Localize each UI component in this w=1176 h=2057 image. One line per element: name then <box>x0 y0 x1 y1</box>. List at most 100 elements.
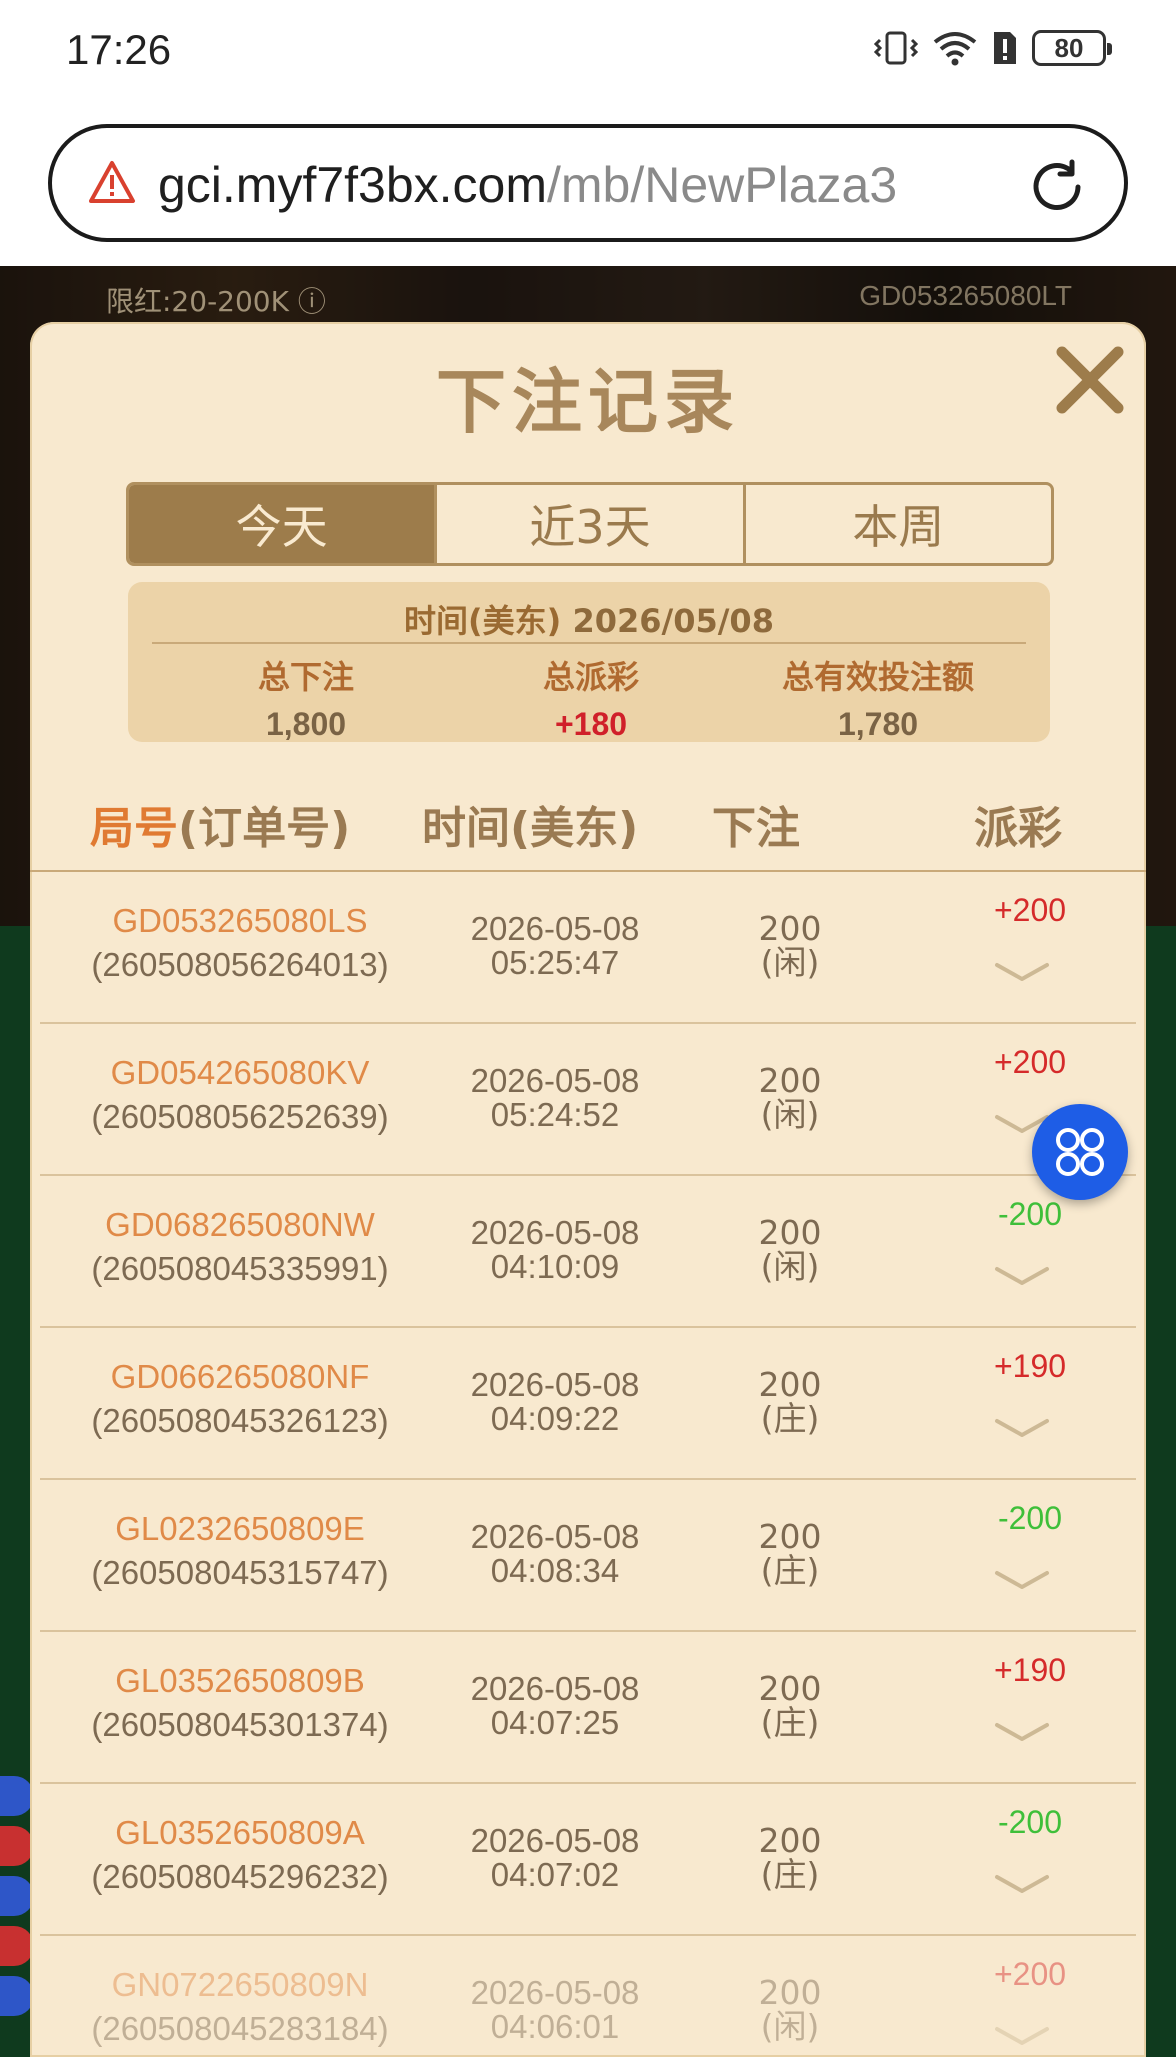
chevron-down-icon[interactable] <box>994 1720 1050 1744</box>
bet-amount: 200 <box>758 1973 822 2012</box>
bet-time: 04:07:25 <box>490 1704 620 1741</box>
vibrate-icon <box>874 31 918 65</box>
table-row[interactable]: GL0352650809A (260508045296232) 2026-05-08… <box>30 1784 1146 1936</box>
bet-amount: 200 <box>758 1669 822 1708</box>
chevron-down-icon[interactable] <box>994 1264 1050 1288</box>
order-id: (260508045315747) <box>91 1554 389 1591</box>
total-valid-bet-label: 总有效投注额 <box>781 658 974 696</box>
bet-date: 2026-05-08 <box>470 1062 640 1099</box>
round-id: GL0232650809E <box>115 1510 365 1547</box>
bet-amount: 200 <box>758 1213 822 1252</box>
total-bet-value: 1,800 <box>265 706 347 742</box>
modal-title: 下注记录 <box>436 361 740 443</box>
time-cell: 2026-05-08 04:10:09 <box>410 1216 700 1284</box>
total-payout-value: +180 <box>554 706 628 742</box>
bet-date: 2026-05-08 <box>470 910 640 947</box>
bet-cell: 200 (闲) <box>690 1976 890 2044</box>
bet-date: 2026-05-08 <box>470 1974 640 2011</box>
round-cell: GL0232650809E (260508045315747) <box>50 1510 430 1592</box>
bet-amount: 200 <box>758 1821 822 1860</box>
round-cell: GL0352650809A (260508045296232) <box>50 1814 430 1896</box>
round-id: GD068265080NW <box>105 1206 375 1243</box>
round-id: GL0352650809A <box>115 1814 365 1851</box>
total-bet-label: 总下注 <box>257 658 354 696</box>
payout-value: +200 <box>993 1956 1067 1992</box>
chevron-down-icon[interactable] <box>994 2024 1050 2048</box>
order-id: (260508045335991) <box>91 1250 389 1287</box>
warning-icon[interactable] <box>88 160 136 204</box>
order-id: (260508045301374) <box>91 1706 389 1743</box>
round-id: GD053265080LS <box>112 902 368 939</box>
round-cell: GD054265080KV (260508056252639) <box>50 1054 430 1136</box>
chevron-down-icon[interactable] <box>994 1872 1050 1896</box>
summary-panel: 时间(美东) 2026/05/08 总下注 1,800 总派彩 +180 总有效… <box>128 582 1050 742</box>
chevron-down-icon[interactable] <box>994 1568 1050 1592</box>
bet-side: (庄) <box>760 1551 820 1590</box>
total-valid-bet-value: 1,780 <box>837 706 919 742</box>
time-cell: 2026-05-08 04:07:02 <box>410 1824 700 1892</box>
status-time: 17:26 <box>66 26 172 73</box>
table-row[interactable]: GD054265080KV (260508056252639) 2026-05-08… <box>30 1024 1146 1176</box>
tab-last-3-days[interactable]: 近3天 <box>437 485 746 563</box>
bet-date: 2026-05-08 <box>470 1822 640 1859</box>
floating-menu-button[interactable] <box>1032 1104 1128 1200</box>
bet-side: (闲) <box>760 1247 820 1286</box>
chevron-down-icon[interactable] <box>994 960 1050 984</box>
bet-limit: 限红:20-200K ⓘ <box>106 285 326 318</box>
bet-time: 05:24:52 <box>490 1096 620 1133</box>
payout-value: +190 <box>993 1348 1067 1384</box>
bet-record-modal: 下注记录 今天 近3天 本周 时间(美东) 2026/05/08 总下注 1,8… <box>30 322 1146 2057</box>
payout-value: +200 <box>993 892 1067 928</box>
order-id: (260508056252639) <box>91 1098 389 1135</box>
bet-cell: 200 (庄) <box>690 1672 890 1740</box>
reload-icon[interactable] <box>1026 156 1088 218</box>
url-path: /mb/NewPlaza3 <box>547 157 898 213</box>
summary-date-label: 时间(美东) <box>404 602 562 640</box>
round-cell: GL0352650809B (260508045301374) <box>50 1662 430 1744</box>
close-icon[interactable] <box>1052 342 1128 418</box>
tab-today[interactable]: 今天 <box>129 485 438 563</box>
table-row[interactable]: GD068265080NW (260508045335991) 2026-05-08… <box>30 1176 1146 1328</box>
url-text[interactable]: gci.myf7f3bx.com/mb/NewPlaza3 <box>158 156 897 214</box>
chevron-down-icon[interactable] <box>994 1416 1050 1440</box>
status-bar: 17:26 80 <box>0 0 1176 100</box>
battery-indicator: 80 <box>1032 30 1112 66</box>
date-range-tabs: 今天 近3天 本周 <box>126 482 1054 566</box>
time-cell: 2026-05-08 04:09:22 <box>410 1368 700 1436</box>
time-cell: 2026-05-08 04:08:34 <box>410 1520 700 1588</box>
bet-date: 2026-05-08 <box>470 1366 640 1403</box>
round-id: GD054265080KV <box>110 1054 370 1091</box>
header-round: 局号(订单号) <box>90 792 350 856</box>
round-id: GL0352650809B <box>115 1662 365 1699</box>
table-header: 局号(订单号) 时间(美东) 下注 派彩 <box>30 792 1146 856</box>
bet-side: (庄) <box>760 1399 820 1438</box>
bet-cell: 200 (闲) <box>690 912 890 980</box>
table-row[interactable]: GD053265080LS (260508056264013) 2026-05-08… <box>30 872 1146 1024</box>
order-id: (260508045283184) <box>91 2010 389 2047</box>
time-cell: 2026-05-08 04:07:25 <box>410 1672 700 1740</box>
table-row[interactable]: GN0722650809N (260508045283184) 2026-05-08… <box>30 1936 1146 2057</box>
table-row[interactable]: GL0232650809E (260508045315747) 2026-05-08… <box>30 1480 1146 1632</box>
bet-time: 04:07:02 <box>490 1856 620 1893</box>
status-icons: 80 <box>874 30 1112 66</box>
address-bar[interactable]: gci.myf7f3bx.com/mb/NewPlaza3 <box>48 124 1128 242</box>
order-id: (260508056264013) <box>91 946 389 983</box>
summary-date: 时间(美东) 2026/05/08 <box>128 596 1050 642</box>
wifi-icon <box>933 32 977 66</box>
payout-value: +200 <box>993 1044 1067 1080</box>
bet-side: (闲) <box>760 2007 820 2046</box>
round-cell: GD066265080NF (260508045326123) <box>50 1358 430 1440</box>
summary-date-value: 2026/05/08 <box>572 602 774 640</box>
bet-date: 2026-05-08 <box>470 1214 640 1251</box>
order-id: (260508045326123) <box>91 1402 389 1439</box>
tab-this-week[interactable]: 本周 <box>746 485 1051 563</box>
bet-cell: 200 (庄) <box>690 1824 890 1892</box>
total-valid-bet: 总有效投注额 1,780 <box>728 652 1028 743</box>
bet-time: 04:08:34 <box>490 1552 620 1589</box>
table-row[interactable]: GD066265080NF (260508045326123) 2026-05-08… <box>30 1328 1146 1480</box>
summary-divider <box>152 642 1026 644</box>
url-host: gci.myf7f3bx.com <box>158 157 548 213</box>
table-row[interactable]: GL0352650809B (260508045301374) 2026-05-08… <box>30 1632 1146 1784</box>
table-id: GD053265080LT <box>859 280 1072 311</box>
bet-side: (庄) <box>760 1855 820 1894</box>
